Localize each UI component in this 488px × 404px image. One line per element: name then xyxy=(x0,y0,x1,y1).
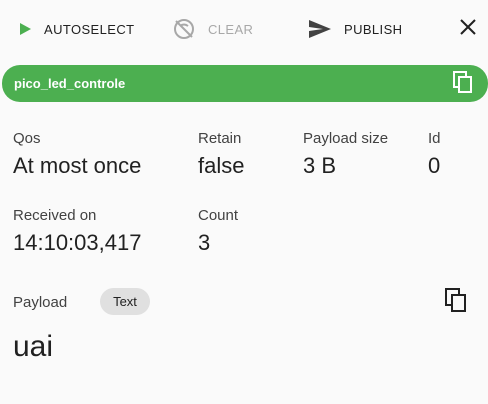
retain-value: false xyxy=(198,153,245,178)
payload-value: uai xyxy=(13,330,54,363)
clear-button[interactable]: CLEAR xyxy=(172,0,253,58)
copy-payload-button[interactable] xyxy=(444,287,468,317)
id-value: 0 xyxy=(428,153,441,178)
retain-field: Retain false xyxy=(198,130,244,179)
received-on-value: 14:10:03,417 xyxy=(13,230,142,255)
toolbar: AUTOSELECT CLEAR PUBLISH xyxy=(0,0,488,58)
qos-label: Qos xyxy=(13,130,41,147)
close-button[interactable] xyxy=(456,17,480,41)
copy-icon xyxy=(453,70,473,98)
clear-label: CLEAR xyxy=(208,21,254,37)
count-value: 3 xyxy=(198,230,211,255)
count-field: Count 3 xyxy=(198,207,238,256)
play-icon xyxy=(18,22,32,36)
autoselect-label: AUTOSELECT xyxy=(44,21,135,37)
payload-label: Payload xyxy=(13,294,68,311)
payload-size-value: 3 B xyxy=(303,153,337,178)
topic-bar: pico_led_controle xyxy=(2,65,488,102)
send-icon xyxy=(308,19,332,39)
publish-button[interactable]: PUBLISH xyxy=(308,0,402,58)
received-on-field: Received on 14:10:03,417 xyxy=(13,207,141,256)
copy-icon xyxy=(445,287,467,317)
clear-disabled-icon xyxy=(172,17,196,41)
autoselect-button[interactable]: AUTOSELECT xyxy=(18,0,134,58)
retain-label: Retain xyxy=(198,130,242,147)
qos-field: Qos At most once xyxy=(13,130,141,179)
publish-label: PUBLISH xyxy=(344,21,403,37)
received-on-label: Received on xyxy=(13,207,97,224)
close-icon xyxy=(460,18,476,40)
id-label: Id xyxy=(428,130,441,147)
copy-topic-button[interactable] xyxy=(452,70,474,98)
qos-value: At most once xyxy=(13,153,142,178)
payload-size-field: Payload size 3 B xyxy=(303,130,388,179)
topic-name: pico_led_controle xyxy=(14,76,126,91)
payload-format-chip[interactable]: Text xyxy=(100,288,150,315)
count-label: Count xyxy=(198,207,239,224)
payload-size-label: Payload size xyxy=(303,130,389,147)
id-field: Id 0 xyxy=(428,130,441,179)
